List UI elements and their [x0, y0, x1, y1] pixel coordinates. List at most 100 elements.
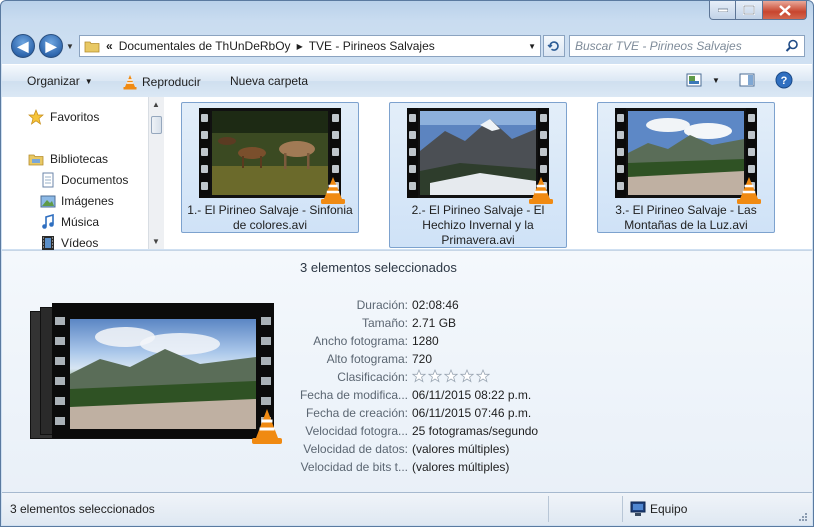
file-name: 2.- El Pirineo Salvaje - El Hechizo Inve…	[411, 203, 545, 247]
rating-star-icon[interactable]	[427, 368, 443, 383]
status-selection-text: 3 elementos seleccionados	[10, 502, 155, 516]
svg-text:?: ?	[781, 75, 788, 87]
explorer-window: ◀ ▶ ▼ « Documentales de ThUnDeRbOy ▶ TVE…	[0, 0, 814, 527]
vlc-cone-icon	[321, 177, 345, 204]
address-bar[interactable]: « Documentales de ThUnDeRbOy ▶ TVE - Pir…	[79, 35, 541, 57]
breadcrumb-separator-icon[interactable]: ▶	[297, 42, 303, 51]
nav-documents[interactable]: Documentos	[40, 172, 128, 188]
nav-favorites[interactable]: Favoritos	[28, 109, 99, 125]
rating-star-icon[interactable]	[475, 368, 491, 383]
search-input[interactable]: Buscar TVE - Pirineos Salvajes	[570, 39, 785, 53]
views-icon	[686, 73, 702, 87]
nav-documents-label: Documentos	[61, 173, 129, 187]
search-box[interactable]: Buscar TVE - Pirineos Salvajes	[569, 35, 805, 57]
details-pane: 3 elementos seleccionados Duración: 02:0…	[2, 250, 812, 495]
nav-music-label: Música	[61, 215, 100, 229]
property-value[interactable]: 720	[412, 352, 432, 366]
close-icon	[778, 4, 791, 16]
vlc-cone-icon	[529, 177, 553, 204]
chevron-down-icon: ▼	[84, 76, 93, 86]
property-label: Clasificación:	[337, 370, 408, 384]
nav-music[interactable]: Música	[40, 214, 99, 230]
rating-star-icon[interactable]	[459, 368, 475, 383]
property-label: Tamaño:	[361, 316, 408, 330]
rating-star-icon[interactable]	[411, 368, 427, 383]
folder-icon	[84, 41, 100, 53]
nav-videos[interactable]: Vídeos	[40, 235, 98, 251]
video-frame-image	[420, 111, 536, 195]
caption-buttons	[709, 1, 807, 21]
property-label: Velocidad fotogra...	[305, 424, 408, 438]
property-value[interactable]: 1280	[412, 334, 439, 348]
property-value[interactable]: 2.71 GB	[412, 316, 456, 330]
views-dropdown-icon[interactable]: ▼	[712, 76, 720, 85]
file-name: 3.- El Pirineo Salvaje - Las Montañas de…	[615, 203, 757, 232]
property-label: Ancho fotograma:	[313, 334, 408, 348]
play-label: Reproducir	[142, 75, 201, 89]
organize-button[interactable]: Organizar ▼	[27, 74, 93, 88]
scroll-down-icon[interactable]: ▼	[152, 237, 160, 246]
breadcrumb-documentales[interactable]: Documentales de ThUnDeRbOy	[119, 39, 291, 53]
property-value[interactable]: 25 fotogramas/segundo	[412, 424, 538, 438]
property-label: Fecha de modifica...	[299, 388, 408, 402]
file-tile[interactable]: 2.- El Pirineo Salvaje - El Hechizo Inve…	[389, 102, 567, 248]
video-thumbnail	[199, 108, 345, 204]
music-icon	[42, 214, 54, 229]
close-button[interactable]	[763, 1, 807, 20]
command-bar: Organizar ▼ Reproducir Nueva carpeta ▼ ?	[2, 64, 812, 98]
rating-star-icon[interactable]	[443, 368, 459, 383]
video-thumbnail	[407, 108, 553, 204]
video-frame-image	[628, 111, 744, 195]
breadcrumb-pirineos[interactable]: TVE - Pirineos Salvajes	[309, 39, 435, 53]
status-zone: Equipo	[630, 501, 687, 517]
property-value[interactable]: 06/11/2015 08:22 p.m.	[412, 388, 531, 402]
star-icon	[28, 109, 44, 125]
property-label: Duración:	[356, 298, 408, 312]
status-bar: 3 elementos seleccionados Equipo	[2, 492, 812, 525]
recent-pages-dropdown[interactable]: ▼	[66, 42, 74, 51]
preview-pane-button[interactable]	[739, 72, 755, 88]
film-sprocket-left	[407, 108, 418, 198]
property-value[interactable]: (valores múltiples)	[412, 460, 509, 474]
change-view-button[interactable]: ▼	[686, 72, 720, 88]
rating-stars[interactable]	[411, 368, 492, 386]
nav-pictures[interactable]: Imágenes	[40, 193, 114, 209]
play-button[interactable]: Reproducir	[122, 74, 201, 90]
scroll-thumb[interactable]	[151, 116, 162, 134]
maximize-button[interactable]	[736, 1, 763, 20]
address-dropdown-icon[interactable]: ▼	[528, 42, 536, 51]
address-chevron[interactable]: «	[106, 39, 113, 53]
nav-pictures-label: Imágenes	[61, 194, 114, 208]
film-sprocket-left	[615, 108, 626, 198]
maximize-icon	[743, 5, 755, 15]
back-button[interactable]: ◀	[11, 34, 35, 58]
navigation-scrollbar[interactable]: ▲ ▼	[148, 97, 164, 249]
pictures-icon	[40, 195, 56, 208]
navigation-pane: Favoritos Bibliotecas Documentos Imágene…	[2, 97, 149, 251]
back-arrow-icon: ◀	[17, 37, 29, 54]
computer-icon	[630, 501, 646, 516]
navigation-row: ◀ ▶ ▼ « Documentales de ThUnDeRbOy ▶ TVE…	[11, 34, 805, 60]
file-tile[interactable]: 3.- El Pirineo Salvaje - Las Montañas de…	[597, 102, 775, 233]
resize-grip-icon[interactable]	[798, 512, 808, 522]
organize-label: Organizar	[27, 74, 80, 88]
refresh-button[interactable]	[543, 35, 565, 57]
forward-button[interactable]: ▶	[39, 34, 63, 58]
new-folder-button[interactable]: Nueva carpeta	[230, 74, 308, 88]
scroll-up-icon[interactable]: ▲	[152, 100, 160, 109]
minimize-button[interactable]	[709, 1, 736, 20]
nav-favorites-label: Favoritos	[50, 110, 100, 124]
nav-libraries[interactable]: Bibliotecas	[28, 151, 108, 167]
preview-pane-icon	[739, 73, 755, 87]
property-value[interactable]: 06/11/2015 07:46 p.m.	[412, 406, 531, 420]
minimize-icon	[717, 8, 728, 12]
help-button[interactable]: ?	[775, 71, 793, 89]
nav-libraries-label: Bibliotecas	[50, 152, 109, 166]
new-folder-label: Nueva carpeta	[230, 74, 309, 88]
property-value[interactable]: (valores múltiples)	[412, 442, 509, 456]
file-tile[interactable]: 1.- El Pirineo Salvaje - Sinfonia de col…	[181, 102, 359, 233]
content-area: Favoritos Bibliotecas Documentos Imágene…	[2, 97, 812, 251]
vlc-cone-icon	[737, 177, 761, 204]
property-value[interactable]: 02:08:46	[412, 298, 459, 312]
search-icon[interactable]	[785, 39, 799, 53]
